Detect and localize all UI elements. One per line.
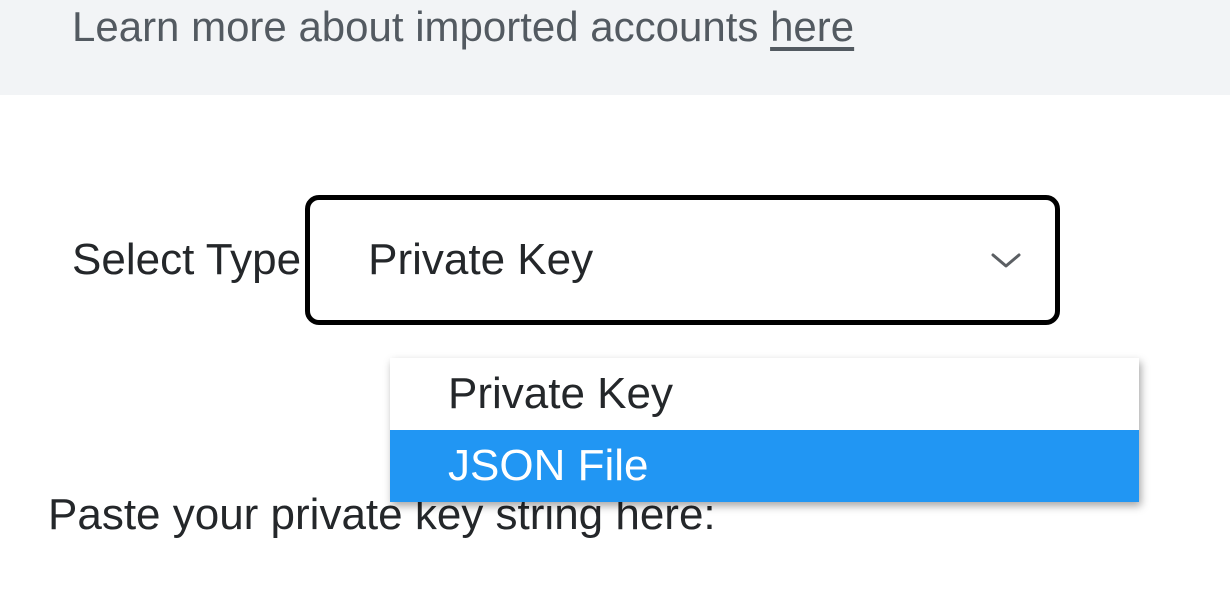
select-type-dropdown[interactable]: Private Key	[305, 195, 1060, 325]
select-type-dropdown-list: Private Key JSON File	[390, 358, 1139, 502]
select-type-row: Select Type Private Key	[0, 195, 1230, 325]
select-type-value: Private Key	[368, 235, 987, 285]
learn-more-link[interactable]: here	[770, 3, 854, 50]
option-json-file[interactable]: JSON File	[390, 430, 1139, 502]
content-area: Select Type Private Key	[0, 95, 1230, 325]
info-text: Learn more about imported accounts	[72, 3, 770, 50]
chevron-down-icon	[987, 241, 1025, 279]
select-type-label: Select Type	[72, 235, 301, 285]
info-banner: Learn more about imported accounts here	[0, 0, 1230, 95]
option-private-key[interactable]: Private Key	[390, 358, 1139, 430]
